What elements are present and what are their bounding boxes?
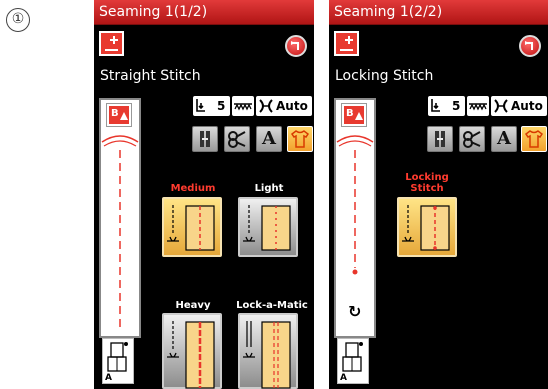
back-button[interactable] <box>285 35 307 57</box>
presser-foot-icon <box>342 342 363 372</box>
seam-heavy-icon <box>167 321 215 389</box>
screen-title: Seaming 1(2/2) <box>334 4 443 20</box>
needle-position-button[interactable] <box>192 126 218 152</box>
option-label-light: Light <box>254 183 284 194</box>
garment-button[interactable] <box>521 126 547 152</box>
font-button[interactable]: A <box>491 126 517 152</box>
thread-tension-icon <box>494 99 508 113</box>
garment-button[interactable] <box>287 126 313 152</box>
stitch-line-preview <box>336 135 374 275</box>
needle-position-icon <box>200 131 210 147</box>
mode-toggle-button[interactable] <box>334 31 359 56</box>
thread-cutter-icon <box>228 131 246 148</box>
sewing-screen-1: Seaming 1(1/2) Straight Stitch 5 Auto A … <box>94 0 314 389</box>
seam-light-icon <box>243 205 291 251</box>
presser-foot-letter: A <box>340 373 347 383</box>
feed-dog-indicator <box>467 96 489 116</box>
thread-tension-indicator[interactable]: Auto <box>491 96 547 116</box>
presser-foot-indicator: A <box>102 338 134 384</box>
thread-tension-indicator[interactable]: Auto <box>256 96 312 116</box>
option-lock-a-matic-button[interactable] <box>238 313 298 389</box>
font-button[interactable]: A <box>256 126 282 152</box>
option-label-line1: Locking <box>405 172 449 183</box>
screen-title: Seaming 1(1/2) <box>99 4 208 20</box>
screen-title-bar: Seaming 1(1/2) <box>94 0 314 25</box>
stitch-preview-panel: B <box>99 98 141 338</box>
mode-toggle-icon <box>105 36 118 51</box>
seam-locking-icon <box>402 205 450 251</box>
font-icon: A <box>262 128 276 149</box>
screen-title-bar: Seaming 1(2/2) <box>329 0 548 25</box>
option-label-lock-a-matic: Lock-a-Matic <box>236 300 308 311</box>
thread-cutter-button[interactable] <box>224 126 250 152</box>
option-heavy-button[interactable] <box>162 313 222 389</box>
presser-foot-icon <box>107 342 128 372</box>
font-icon: A <box>497 128 511 149</box>
option-medium-button[interactable] <box>162 197 222 257</box>
seam-medium-icon <box>167 205 215 251</box>
presser-foot-height-icon <box>431 99 440 112</box>
back-icon <box>525 41 533 50</box>
mode-toggle-button[interactable] <box>99 31 124 56</box>
option-label-locking-stitch: Locking Stitch <box>395 172 459 194</box>
presser-foot-height-indicator[interactable]: 5 <box>193 96 230 116</box>
feed-dog-icon <box>469 103 487 111</box>
stitch-name: Straight Stitch <box>100 68 201 84</box>
thread-cutter-icon <box>463 131 481 148</box>
presser-foot-height-value: 5 <box>217 99 226 113</box>
sewing-screen-2: Seaming 1(2/2) Locking Stitch 5 Auto A B… <box>329 0 548 389</box>
step-number-badge: ① <box>6 8 30 32</box>
thread-tension-value: Auto <box>511 99 543 113</box>
presser-foot-height-value: 5 <box>452 99 461 113</box>
needle-position-icon <box>435 131 445 147</box>
reverse-icon: ↻ <box>348 302 362 321</box>
back-button[interactable] <box>519 35 541 57</box>
presser-foot-height-indicator[interactable]: 5 <box>428 96 465 116</box>
presser-foot-letter: A <box>105 373 112 383</box>
stitch-preview-panel: B ↻ <box>334 98 376 338</box>
presser-foot-indicator: A <box>337 338 369 384</box>
option-light-button[interactable] <box>238 197 298 257</box>
back-icon <box>291 41 299 50</box>
stitch-name: Locking Stitch <box>335 68 434 84</box>
option-label-line2: Stitch <box>410 183 444 194</box>
garment-icon <box>290 130 310 148</box>
thread-tension-value: Auto <box>276 99 308 113</box>
needle-position-button[interactable] <box>427 126 453 152</box>
presser-foot-height-icon <box>196 99 205 112</box>
stitch-line-preview <box>101 135 139 332</box>
option-label-medium: Medium <box>170 183 216 194</box>
thread-cutter-button[interactable] <box>459 126 485 152</box>
mode-toggle-icon <box>340 36 353 51</box>
garment-icon <box>524 130 544 148</box>
thread-tension-icon <box>259 99 273 113</box>
option-locking-stitch-button[interactable] <box>397 197 457 257</box>
seam-lock-a-matic-icon <box>243 321 291 389</box>
option-label-heavy: Heavy <box>175 300 211 311</box>
feed-dog-icon <box>234 103 252 111</box>
feed-dog-indicator <box>232 96 254 116</box>
